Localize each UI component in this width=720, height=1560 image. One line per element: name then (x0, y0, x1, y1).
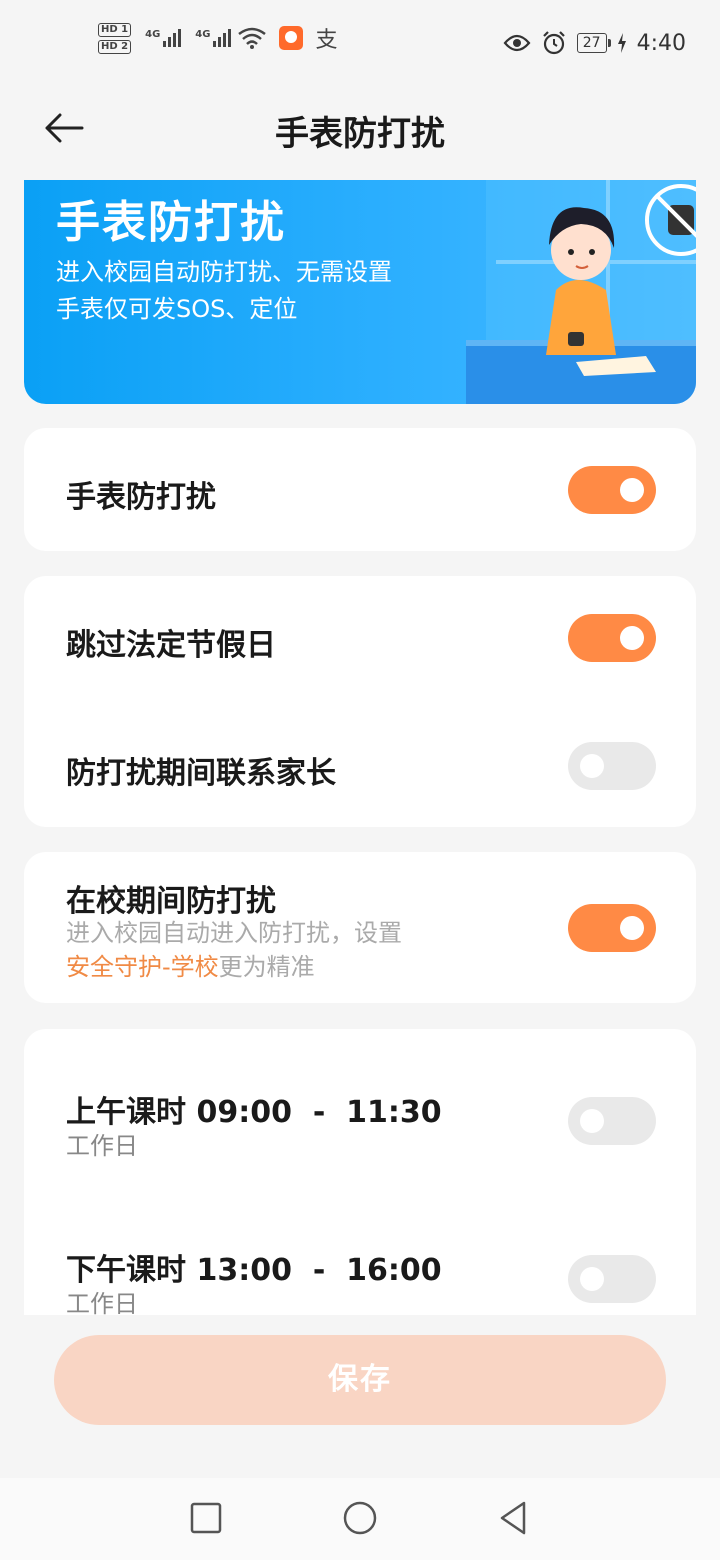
eye-icon (503, 34, 531, 52)
app-notification-icon (279, 26, 304, 50)
battery-indicator: 27 (576, 33, 611, 53)
watch-dnd-label: 手表防打扰 (66, 480, 216, 515)
morning-period-label: 上午课时 09:00 - 11:30 (66, 1095, 442, 1130)
banner-line-1: 进入校园自动防打扰、无需设置 (56, 258, 392, 286)
contact-parents-label: 防打扰期间联系家长 (66, 756, 336, 791)
status-bar: HD 1 HD 2 4G 4G 支 27 4:40 (0, 0, 720, 88)
school-dnd-sub-line: 进入校园自动进入防打扰，设置 (66, 919, 402, 947)
class-periods-card: 上午课时 09:00 - 11:30 工作日 下午课时 13:00 - 16:0… (24, 1029, 696, 1315)
hd2-badge: HD 2 (98, 39, 132, 54)
save-button[interactable]: 保存 (54, 1335, 666, 1425)
app-header: 手表防打扰 (0, 88, 720, 168)
student-illustration (466, 180, 696, 404)
toggle-knob (580, 1267, 604, 1291)
school-dnd-label: 在校期间防打扰 (66, 884, 276, 919)
wifi-icon (238, 27, 267, 49)
home-icon[interactable] (342, 1500, 378, 1536)
recent-apps-icon[interactable] (188, 1500, 224, 1536)
school-dnd-sub-tail: 更为精准 (218, 953, 315, 981)
status-left: HD 1 HD 2 4G 4G 支 (98, 22, 337, 54)
afternoon-period-label: 下午课时 13:00 - 16:00 (66, 1253, 442, 1288)
afternoon-period-days: 工作日 (66, 1290, 138, 1315)
status-right: 27 4:40 (503, 30, 686, 56)
toggle-knob (580, 754, 604, 778)
toggle-knob (620, 626, 644, 650)
contact-parents-toggle[interactable] (568, 742, 656, 790)
school-dnd-description: 进入校园自动进入防打扰，设置 安全守护-学校更为精准 (66, 916, 402, 984)
toggle-knob (620, 478, 644, 502)
clock-time: 4:40 (636, 30, 686, 56)
afternoon-period-toggle[interactable] (568, 1255, 656, 1303)
charging-icon (617, 33, 626, 53)
skip-holidays-label: 跳过法定节假日 (66, 628, 276, 663)
watch-dnd-toggle[interactable] (568, 466, 656, 514)
signal-2-icon: 4G (195, 29, 232, 47)
toggle-knob (580, 1109, 604, 1133)
hd1-badge: HD 1 (98, 22, 132, 37)
alarm-icon (542, 31, 565, 55)
net1-label: 4G (145, 29, 161, 40)
school-dnd-sub-line-2: 安全守护-学校更为精准 (66, 950, 402, 984)
school-dnd-toggle[interactable] (568, 904, 656, 952)
skip-holidays-toggle[interactable] (568, 614, 656, 662)
promo-banner: 手表防打扰 进入校园自动防打扰、无需设置 手表仅可发SOS、定位 (24, 180, 696, 404)
banner-line-2: 手表仅可发SOS、定位 (56, 295, 298, 323)
hd-indicators: HD 1 HD 2 (98, 22, 132, 54)
pay-notification-icon: 支 (315, 28, 338, 53)
signal-1-icon: 4G (145, 29, 182, 47)
page-title: 手表防打扰 (275, 114, 445, 154)
school-guard-link[interactable]: 安全守护-学校 (66, 953, 219, 981)
morning-period-toggle[interactable] (568, 1097, 656, 1145)
watch-dnd-card: 手表防打扰 (24, 428, 696, 551)
school-dnd-card: 在校期间防打扰 进入校园自动进入防打扰，设置 安全守护-学校更为精准 (24, 852, 696, 1003)
back-nav-icon[interactable] (496, 1500, 532, 1536)
holiday-contact-card: 跳过法定节假日 防打扰期间联系家长 (24, 576, 696, 827)
toggle-knob (620, 916, 644, 940)
morning-period-days: 工作日 (66, 1132, 138, 1160)
system-nav-bar (0, 1478, 720, 1560)
banner-subtitle: 进入校园自动防打扰、无需设置 手表仅可发SOS、定位 (56, 254, 392, 328)
net2-label: 4G (195, 29, 211, 40)
banner-title: 手表防打扰 (56, 197, 286, 248)
